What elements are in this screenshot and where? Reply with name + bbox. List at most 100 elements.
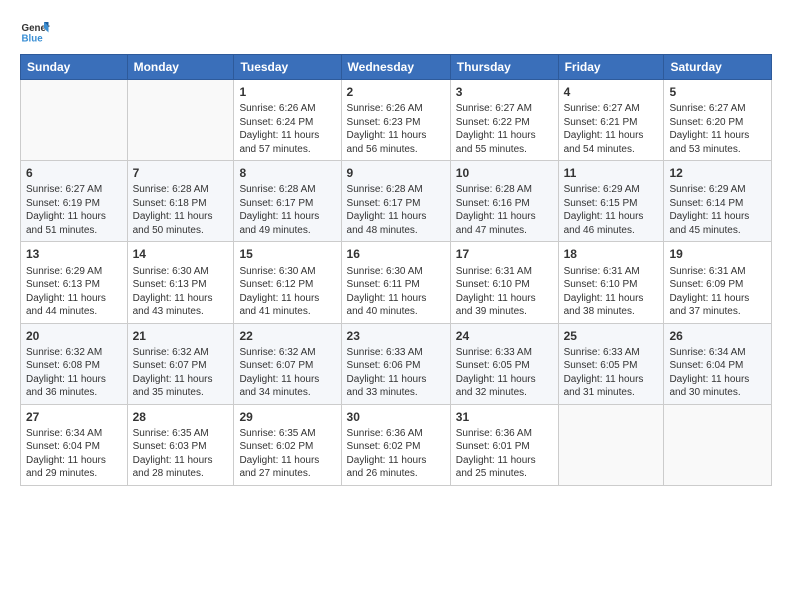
day-number: 7 (133, 165, 229, 181)
day-number: 27 (26, 409, 122, 425)
sunrise-text: Sunrise: 6:28 AM (456, 183, 553, 197)
day-number: 23 (347, 328, 445, 344)
daylight-text: Daylight: 11 hours and 38 minutes. (564, 292, 659, 319)
calendar-cell: 3Sunrise: 6:27 AMSunset: 6:22 PMDaylight… (450, 80, 558, 161)
calendar-cell: 9Sunrise: 6:28 AMSunset: 6:17 PMDaylight… (341, 161, 450, 242)
calendar-cell: 5Sunrise: 6:27 AMSunset: 6:20 PMDaylight… (664, 80, 772, 161)
sunset-text: Sunset: 6:02 PM (347, 440, 445, 454)
sunset-text: Sunset: 6:12 PM (239, 278, 335, 292)
calendar-cell: 21Sunrise: 6:32 AMSunset: 6:07 PMDayligh… (127, 323, 234, 404)
daylight-text: Daylight: 11 hours and 35 minutes. (133, 373, 229, 400)
day-number: 31 (456, 409, 553, 425)
calendar-cell: 14Sunrise: 6:30 AMSunset: 6:13 PMDayligh… (127, 242, 234, 323)
day-number: 19 (669, 246, 766, 262)
day-number: 11 (564, 165, 659, 181)
sunset-text: Sunset: 6:10 PM (564, 278, 659, 292)
daylight-text: Daylight: 11 hours and 44 minutes. (26, 292, 122, 319)
sunrise-text: Sunrise: 6:34 AM (26, 427, 122, 441)
day-number: 8 (239, 165, 335, 181)
sunset-text: Sunset: 6:21 PM (564, 116, 659, 130)
sunset-text: Sunset: 6:24 PM (239, 116, 335, 130)
daylight-text: Daylight: 11 hours and 33 minutes. (347, 373, 445, 400)
daylight-text: Daylight: 11 hours and 39 minutes. (456, 292, 553, 319)
calendar-cell: 7Sunrise: 6:28 AMSunset: 6:18 PMDaylight… (127, 161, 234, 242)
sunrise-text: Sunrise: 6:31 AM (669, 265, 766, 279)
calendar-cell: 6Sunrise: 6:27 AMSunset: 6:19 PMDaylight… (21, 161, 128, 242)
calendar-week-row: 6Sunrise: 6:27 AMSunset: 6:19 PMDaylight… (21, 161, 772, 242)
calendar-cell: 29Sunrise: 6:35 AMSunset: 6:02 PMDayligh… (234, 404, 341, 485)
daylight-text: Daylight: 11 hours and 37 minutes. (669, 292, 766, 319)
day-number: 24 (456, 328, 553, 344)
calendar-cell: 17Sunrise: 6:31 AMSunset: 6:10 PMDayligh… (450, 242, 558, 323)
daylight-text: Daylight: 11 hours and 51 minutes. (26, 210, 122, 237)
sunset-text: Sunset: 6:05 PM (564, 359, 659, 373)
sunrise-text: Sunrise: 6:26 AM (347, 102, 445, 116)
sunrise-text: Sunrise: 6:29 AM (26, 265, 122, 279)
calendar-cell: 31 Sunrise: 6:36 AMSunset: 6:01 PMDayligh… (450, 404, 558, 485)
daylight-text: Daylight: 11 hours and 46 minutes. (564, 210, 659, 237)
daylight-text: Daylight: 11 hours and 41 minutes. (239, 292, 335, 319)
sunset-text: Sunset: 6:09 PM (669, 278, 766, 292)
sunrise-text: Sunrise: 6:29 AM (669, 183, 766, 197)
calendar-cell: 16Sunrise: 6:30 AMSunset: 6:11 PMDayligh… (341, 242, 450, 323)
calendar-cell (21, 80, 128, 161)
day-number: 14 (133, 246, 229, 262)
sunset-text: Sunset: 6:01 PM (456, 440, 553, 454)
sunset-text: Sunset: 6:10 PM (456, 278, 553, 292)
sunrise-text: Sunrise: 6:30 AM (347, 265, 445, 279)
calendar-cell: 23Sunrise: 6:33 AMSunset: 6:06 PMDayligh… (341, 323, 450, 404)
sunset-text: Sunset: 6:07 PM (239, 359, 335, 373)
sunrise-text: Sunrise: 6:27 AM (669, 102, 766, 116)
sunrise-text: Sunrise: 6:31 AM (564, 265, 659, 279)
day-number: 10 (456, 165, 553, 181)
daylight-text: Daylight: 11 hours and 26 minutes. (347, 454, 445, 481)
daylight-text: Daylight: 11 hours and 36 minutes. (26, 373, 122, 400)
sunrise-text: Sunrise: 6:36 AM (347, 427, 445, 441)
daylight-text: Daylight: 11 hours and 27 minutes. (239, 454, 335, 481)
sunset-text: Sunset: 6:04 PM (669, 359, 766, 373)
calendar-cell: 22Sunrise: 6:32 AMSunset: 6:07 PMDayligh… (234, 323, 341, 404)
daylight-text: Daylight: 11 hours and 45 minutes. (669, 210, 766, 237)
sunrise-text: Sunrise: 6:35 AM (239, 427, 335, 441)
daylight-text: Daylight: 11 hours and 25 minutes. (456, 454, 553, 481)
sunset-text: Sunset: 6:11 PM (347, 278, 445, 292)
daylight-text: Daylight: 11 hours and 40 minutes. (347, 292, 445, 319)
daylight-text: Daylight: 11 hours and 50 minutes. (133, 210, 229, 237)
sunset-text: Sunset: 6:14 PM (669, 197, 766, 211)
sunrise-text: Sunrise: 6:27 AM (456, 102, 553, 116)
daylight-text: Daylight: 11 hours and 29 minutes. (26, 454, 122, 481)
day-number: 13 (26, 246, 122, 262)
weekday-header: Monday (127, 55, 234, 80)
day-number: 21 (133, 328, 229, 344)
daylight-text: Daylight: 11 hours and 49 minutes. (239, 210, 335, 237)
sunrise-text: Sunrise: 6:28 AM (347, 183, 445, 197)
sunset-text: Sunset: 6:05 PM (456, 359, 553, 373)
calendar-cell: 19 Sunrise: 6:31 AMSunset: 6:09 PMDayligh… (664, 242, 772, 323)
calendar-cell: 13Sunrise: 6:29 AMSunset: 6:13 PMDayligh… (21, 242, 128, 323)
sunrise-text: Sunrise: 6:33 AM (456, 346, 553, 360)
sunrise-text: Sunrise: 6:27 AM (564, 102, 659, 116)
calendar-cell: 1Sunrise: 6:26 AMSunset: 6:24 PMDaylight… (234, 80, 341, 161)
daylight-text: Daylight: 11 hours and 54 minutes. (564, 129, 659, 156)
sunrise-text: Sunrise: 6:26 AM (239, 102, 335, 116)
day-number: 20 (26, 328, 122, 344)
calendar-week-row: 20Sunrise: 6:32 AMSunset: 6:08 PMDayligh… (21, 323, 772, 404)
day-number: 29 (239, 409, 335, 425)
calendar-body: 1Sunrise: 6:26 AMSunset: 6:24 PMDaylight… (21, 80, 772, 486)
calendar-cell (127, 80, 234, 161)
sunrise-text: Sunrise: 6:35 AM (133, 427, 229, 441)
calendar-week-row: 13Sunrise: 6:29 AMSunset: 6:13 PMDayligh… (21, 242, 772, 323)
calendar-cell: 25Sunrise: 6:33 AMSunset: 6:05 PMDayligh… (558, 323, 664, 404)
daylight-text: Daylight: 11 hours and 55 minutes. (456, 129, 553, 156)
sunrise-text: Sunrise: 6:36 AM (456, 427, 553, 441)
day-number: 6 (26, 165, 122, 181)
calendar-cell: 24Sunrise: 6:33 AMSunset: 6:05 PMDayligh… (450, 323, 558, 404)
logo: General Blue (20, 16, 54, 46)
daylight-text: Daylight: 11 hours and 31 minutes. (564, 373, 659, 400)
sunset-text: Sunset: 6:03 PM (133, 440, 229, 454)
daylight-text: Daylight: 11 hours and 43 minutes. (133, 292, 229, 319)
sunset-text: Sunset: 6:18 PM (133, 197, 229, 211)
sunset-text: Sunset: 6:16 PM (456, 197, 553, 211)
sunset-text: Sunset: 6:22 PM (456, 116, 553, 130)
calendar-header-row: SundayMondayTuesdayWednesdayThursdayFrid… (21, 55, 772, 80)
